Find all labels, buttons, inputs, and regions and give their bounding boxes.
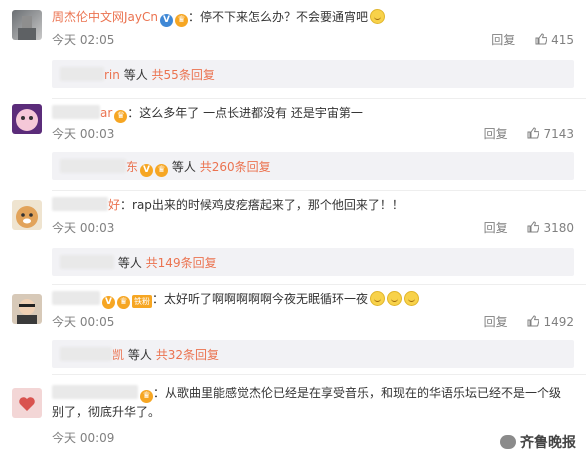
comment-actions: 回复 3180 — [484, 219, 574, 236]
fan-badge: 铁粉 — [132, 295, 152, 308]
sub-reply-suffix: 等人 — [123, 68, 148, 82]
thumbs-up-icon — [527, 221, 540, 233]
divider — [52, 284, 586, 285]
sub-reply-count-link[interactable]: 共32条回复 — [156, 348, 219, 362]
blurred-username — [60, 67, 104, 81]
avatar[interactable] — [12, 388, 42, 418]
blurred-username — [52, 291, 100, 305]
comment-text: ar ♛ ：这么多年了 一点长进都没有 还是宇宙第一 — [52, 104, 576, 123]
crying-emoji-icon — [404, 291, 420, 306]
sub-reply-count-link[interactable]: 共55条回复 — [152, 68, 215, 82]
like-count: 3180 — [543, 221, 574, 235]
sub-reply-suffix: 等人 — [127, 348, 152, 362]
comment-body: ：停不下来怎么办？不会要通宵吧 — [187, 10, 368, 24]
crying-emoji-icon — [387, 291, 403, 306]
username-link[interactable]: 好 — [108, 198, 120, 212]
wechat-icon — [500, 435, 516, 449]
username-link[interactable]: 周杰伦中文网JayCn — [52, 10, 158, 24]
comment-text: 好：rap出来的时候鸡皮疙瘩起来了，那个他回来了！！ — [52, 196, 576, 214]
comment-body: ：太好听了啊啊啊啊啊今夜无眠循环一夜 — [152, 292, 369, 306]
sub-reply-name: rin — [104, 68, 120, 82]
like-count: 1492 — [543, 315, 574, 329]
comment-time: 今天 00:03 — [52, 221, 115, 235]
comment-list: 周杰伦中文网JayCn V ♛ ：停不下来怎么办？不会要通宵吧 今天 02:05 回复… — [0, 0, 586, 462]
sub-reply-summary[interactable]: 东 V ♛ 等人 共260条回复 — [52, 152, 574, 180]
comment-actions: 回复 415 — [491, 31, 574, 48]
comment-time: 今天 02:05 — [52, 33, 115, 47]
avatar[interactable] — [12, 104, 42, 134]
sub-reply-count-link[interactable]: 共260条回复 — [200, 160, 271, 174]
blurred-username — [52, 197, 108, 211]
comment-text: ♛ ：从歌曲里能感觉杰伦已经是在享受音乐，和现在的华语乐坛已经不是一个级 别了，彻… — [52, 384, 576, 421]
blurred-username — [52, 105, 100, 119]
sub-reply-name: 凯 — [112, 348, 125, 362]
like-button[interactable]: 7143 — [527, 127, 574, 141]
comment-text: V ♛ 铁粉 ：太好听了啊啊啊啊啊今夜无眠循环一夜 — [52, 290, 576, 309]
blurred-username — [60, 347, 112, 361]
avatar[interactable] — [12, 294, 42, 324]
sub-reply-summary[interactable]: 等人 共149条回复 — [52, 248, 574, 276]
avatar[interactable] — [12, 200, 42, 230]
comment-time: 今天 00:05 — [52, 315, 115, 329]
comment-body: ：从歌曲里能感觉杰伦已经是在享受音乐，和现在的华语乐坛已经不是一个级 — [153, 386, 562, 400]
reply-button[interactable]: 回复 — [484, 315, 508, 329]
like-button[interactable]: 1492 — [527, 315, 574, 329]
sub-reply-summary[interactable]: 凯 等人 共32条回复 — [52, 340, 574, 368]
reply-button[interactable]: 回复 — [484, 127, 508, 141]
blurred-username — [60, 255, 114, 269]
like-count: 7143 — [543, 127, 574, 141]
member-badge-icon: ♛ — [174, 14, 188, 27]
member-badge-icon: V — [102, 296, 115, 309]
comment-body: ：rap出来的时候鸡皮疙瘩起来了，那个他回来了！！ — [120, 198, 404, 212]
sub-reply-suffix: 等人 — [171, 160, 196, 174]
member-badge-icon: ♛ — [117, 296, 130, 309]
yawn-emoji-icon — [370, 9, 385, 24]
blurred-username — [52, 385, 138, 399]
comment-body: ：这么多年了 一点长进都没有 还是宇宙第一 — [127, 106, 363, 120]
thumbs-up-icon — [527, 315, 540, 327]
comment-body-continued: 别了，彻底升华了。 — [52, 405, 161, 419]
comment-time: 今天 00:03 — [52, 127, 115, 141]
thumbs-up-icon — [535, 33, 548, 45]
sub-reply-count-link[interactable]: 共149条回复 — [146, 256, 217, 270]
member-badge-icon: ♛ — [114, 110, 128, 123]
comment-text: 周杰伦中文网JayCn V ♛ ：停不下来怎么办？不会要通宵吧 — [52, 8, 576, 27]
crying-emoji-icon — [370, 291, 386, 306]
thumbs-up-icon — [527, 127, 540, 139]
reply-button[interactable]: 回复 — [484, 221, 508, 235]
blurred-username — [60, 159, 126, 173]
username-link[interactable]: ar — [100, 106, 112, 120]
like-button[interactable]: 3180 — [527, 221, 574, 235]
comment-actions: 回复 7143 — [484, 125, 574, 142]
verified-icon: V — [159, 14, 173, 27]
divider — [52, 190, 586, 191]
sub-reply-summary[interactable]: rin 等人 共55条回复 — [52, 60, 574, 88]
sub-reply-suffix: 等人 — [117, 256, 142, 270]
comment-actions: 回复 — [392, 429, 416, 446]
avatar[interactable] — [12, 10, 42, 40]
divider — [52, 374, 586, 375]
member-badge-icon: V — [140, 164, 154, 177]
member-badge-icon: ♛ — [155, 164, 169, 177]
like-count: 415 — [551, 33, 574, 47]
watermark: 齐鲁晚报 — [500, 432, 576, 452]
comment-actions: 回复 1492 — [484, 313, 574, 330]
reply-button[interactable]: 回复 — [491, 33, 515, 47]
divider — [52, 98, 586, 99]
sub-reply-name: 东 — [126, 160, 139, 174]
watermark-text: 齐鲁晚报 — [520, 435, 576, 451]
like-button[interactable]: 415 — [535, 33, 574, 47]
member-badge-icon: ♛ — [140, 390, 153, 403]
comment-time: 今天 00:09 — [52, 431, 115, 445]
